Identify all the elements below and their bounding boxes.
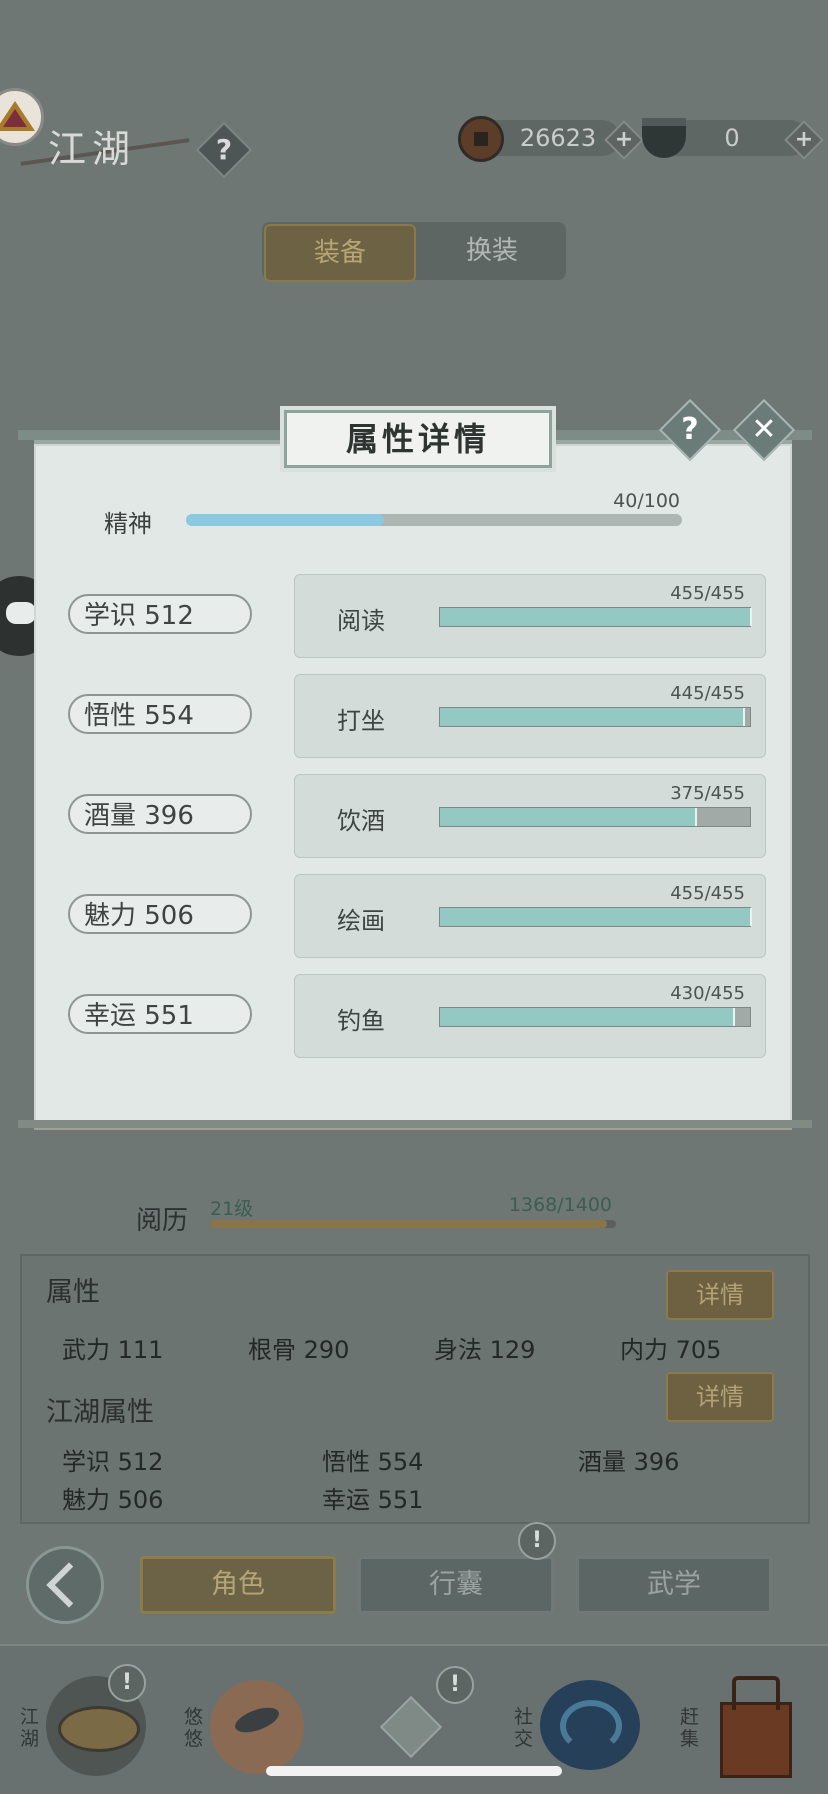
plus-icon: + [794,127,814,152]
skill-progress-bar [439,1007,751,1027]
skill-name: 饮酒 [337,807,385,835]
tab-martial[interactable]: 武学 [576,1556,772,1614]
modal-title: 属性详情 [284,410,552,468]
back-button[interactable] [26,1546,104,1624]
shuriken-alert-icon: ! [436,1666,474,1704]
tab-equip[interactable]: 装备 [264,224,416,282]
attribute-item: 根骨 290 [248,1336,350,1364]
skill-progress-bar [439,707,751,727]
skill-progress-text: 455/455 [670,883,745,904]
skill-progress-bar [439,607,752,627]
skill-progress-fill [440,908,752,926]
skill-fishing[interactable]: 钓鱼 430/455 [294,974,766,1058]
skill-progress-text: 375/455 [670,783,745,804]
experience-bar [210,1220,616,1228]
copper-value: 26623 [519,124,597,152]
jianghu-attributes-title: 江湖属性 [46,1397,154,1428]
home-indicator [266,1766,562,1776]
stat-drinking: 酒量 396 [68,794,252,834]
back-arrow-icon [46,1562,92,1608]
skill-progress-text: 430/455 [670,983,745,1004]
stat-knowledge: 学识 512 [68,594,252,634]
experience-level: 21级 [210,1198,254,1220]
bottom-item-label: 赶集 [680,1706,700,1750]
skill-progress-fill [440,808,698,826]
bottom-item-label: 社交 [514,1706,534,1750]
modal-bottom-edge [18,1120,812,1128]
spirit-bar [186,514,682,526]
map-logo-icon[interactable] [0,88,44,146]
skill-progress-text: 445/455 [670,683,745,704]
skill-meditation[interactable]: 打坐 445/455 [294,674,766,758]
attributes-detail-button[interactable]: 详情 [666,1270,774,1320]
skill-progress-fill [440,608,752,626]
jianghu-attribute-item: 酒量 396 [578,1448,680,1476]
page-title: 江湖 [48,127,137,171]
skill-reading[interactable]: 阅读 455/455 [294,574,766,658]
spirit-bar-fill [186,514,385,526]
attribute-item: 内力 705 [620,1336,722,1364]
spirit-label: 精神 [104,510,152,538]
stat-insight: 悟性 554 [68,694,252,734]
jianghu-alert-icon: ! [108,1664,146,1702]
wave-icon[interactable] [540,1680,640,1770]
skill-name: 绘画 [337,907,385,935]
stat-luck: 幸运 551 [68,994,252,1034]
skill-progress-text: 455/455 [670,583,745,604]
skill-name: 阅读 [337,607,385,635]
tab-bag[interactable]: 行囊 [358,1556,554,1614]
bottom-item-label: 江湖 [20,1706,40,1750]
tab-role[interactable]: 角色 [140,1556,336,1614]
skill-name: 打坐 [337,707,385,735]
attribute-item: 身法 129 [434,1336,536,1364]
market-box-icon[interactable] [710,1672,796,1782]
skill-painting[interactable]: 绘画 455/455 [294,874,766,958]
close-icon: ✕ [751,412,777,447]
skill-progress-bar [439,907,752,927]
experience-bar-fill [210,1220,607,1228]
skill-drinking[interactable]: 饮酒 375/455 [294,774,766,858]
tab-swap[interactable]: 换装 [422,224,562,278]
attribute-item: 武力 111 [62,1336,164,1364]
jianghu-attribute-item: 魅力 506 [62,1486,164,1514]
swallow-icon[interactable] [210,1680,304,1774]
help-button[interactable]: ? [195,121,253,179]
jianghu-attribute-item: 幸运 551 [322,1486,424,1514]
silver-value: 0 [724,124,740,152]
skill-progress-fill [440,1008,735,1026]
plus-icon: + [614,127,634,152]
stat-charm: 魅力 506 [68,894,252,934]
experience-value: 1368/1400 [508,1194,612,1216]
jianghu-detail-button[interactable]: 详情 [666,1372,774,1422]
experience-label: 阅历 [136,1206,189,1236]
shuriken-icon[interactable] [374,1690,444,1760]
question-icon: ? [215,133,233,166]
question-icon: ? [681,412,699,447]
skill-name: 钓鱼 [337,1007,385,1035]
jianghu-attribute-item: 悟性 554 [322,1448,424,1476]
bottom-item-label: 悠悠 [184,1706,204,1750]
jianghu-attribute-item: 学识 512 [62,1448,164,1476]
spirit-value: 40/100 [613,490,680,512]
attributes-title: 属性 [46,1277,100,1308]
bag-alert-icon: ! [518,1522,556,1560]
copper-coin-icon [458,116,504,162]
skill-progress-fill [440,708,746,726]
skill-progress-bar [439,807,751,827]
